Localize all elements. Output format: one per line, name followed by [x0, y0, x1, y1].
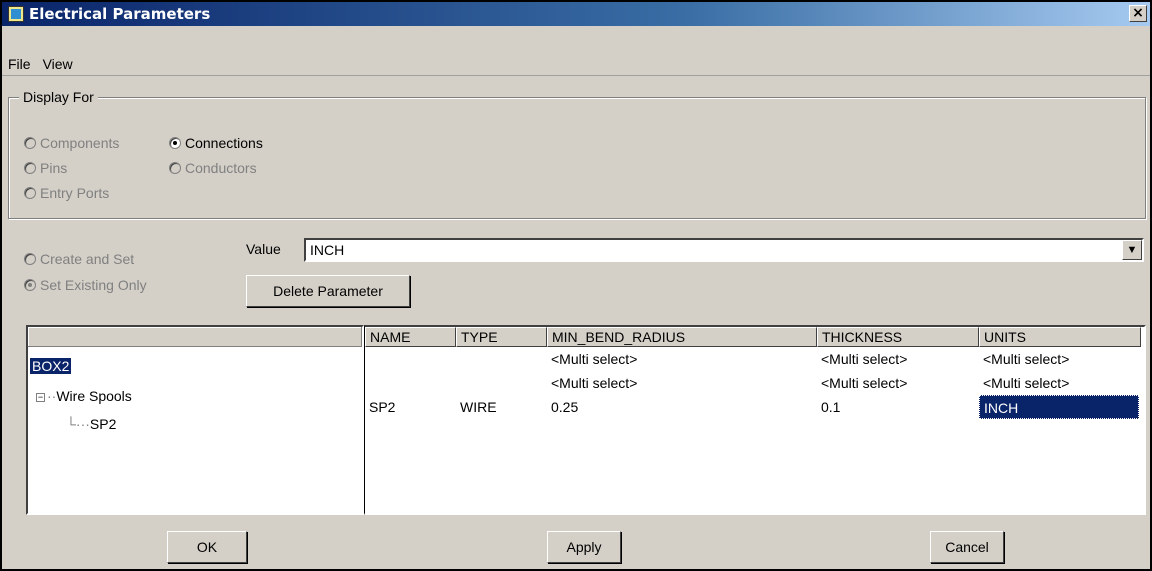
tree-item-group-label: Wire Spools: [56, 388, 132, 404]
radio-indicator: [24, 137, 36, 149]
cell-type[interactable]: [456, 347, 547, 371]
app-icon: [8, 6, 24, 22]
radio-indicator: [169, 162, 181, 174]
tree-item-child-label: SP2: [89, 416, 117, 432]
table-row[interactable]: SP2 WIRE 0.25 0.1 INCH: [365, 395, 1144, 419]
parameter-grid: NAME TYPE MIN_BEND_RADIUS THICKNESS UNIT…: [364, 325, 1146, 515]
dropdown-arrow-icon[interactable]: ▼: [1122, 240, 1142, 260]
radio-entry-ports[interactable]: Entry Ports: [24, 185, 109, 201]
radio-components-label: Components: [40, 135, 120, 151]
radio-conductors[interactable]: Conductors: [169, 160, 257, 176]
radio-indicator: [169, 137, 181, 149]
table-row[interactable]: <Multi select> <Multi select> <Multi sel…: [365, 371, 1144, 395]
value-label: Value: [246, 241, 281, 257]
radio-conductors-label: Conductors: [185, 160, 257, 176]
tree-item-group[interactable]: − ··Wire Spools: [36, 386, 132, 406]
cell-type[interactable]: WIRE: [456, 395, 547, 419]
collapse-icon[interactable]: −: [36, 392, 45, 402]
radio-create-and-set-label: Create and Set: [40, 251, 135, 267]
menu-file[interactable]: File: [2, 56, 37, 72]
cell-thickness[interactable]: 0.1: [817, 395, 979, 419]
menu-view[interactable]: View: [37, 56, 79, 72]
tree-panel[interactable]: BOX2 − ··Wire Spools └···SP2: [26, 325, 364, 515]
cell-min-bend-radius[interactable]: <Multi select>: [547, 347, 817, 371]
radio-connections[interactable]: Connections: [169, 135, 263, 151]
window-title: Electrical Parameters: [29, 5, 211, 23]
tree-header: [28, 327, 362, 347]
column-header-type[interactable]: TYPE: [456, 327, 547, 347]
cancel-button[interactable]: Cancel: [930, 531, 1004, 563]
cell-name[interactable]: [365, 371, 456, 395]
cell-thickness[interactable]: <Multi select>: [817, 347, 979, 371]
radio-pins-label: Pins: [40, 160, 68, 176]
table-row[interactable]: <Multi select> <Multi select> <Multi sel…: [365, 347, 1144, 371]
column-header-min-bend-radius[interactable]: MIN_BEND_RADIUS: [547, 327, 817, 347]
column-header-name[interactable]: NAME: [365, 327, 456, 347]
radio-indicator: [24, 253, 36, 265]
cell-name[interactable]: [365, 347, 456, 371]
tree-item-child[interactable]: └···SP2: [66, 414, 116, 434]
tree-item-root-label: BOX2: [30, 358, 72, 374]
radio-connections-label: Connections: [185, 135, 263, 151]
cell-min-bend-radius[interactable]: 0.25: [547, 395, 817, 419]
radio-pins[interactable]: Pins: [24, 160, 67, 176]
cell-thickness[interactable]: <Multi select>: [817, 371, 979, 395]
apply-button[interactable]: Apply: [547, 531, 621, 563]
column-header-units[interactable]: UNITS: [979, 327, 1141, 347]
grid-header: NAME TYPE MIN_BEND_RADIUS THICKNESS UNIT…: [365, 327, 1144, 347]
cell-min-bend-radius[interactable]: <Multi select>: [547, 371, 817, 395]
column-header-thickness[interactable]: THICKNESS: [817, 327, 979, 347]
cell-name[interactable]: SP2: [365, 395, 456, 419]
cell-units[interactable]: <Multi select>: [979, 347, 1141, 371]
radio-set-existing-only-label: Set Existing Only: [40, 277, 147, 293]
electrical-parameters-window: Electrical Parameters × File View Displa…: [0, 0, 1152, 571]
title-bar[interactable]: Electrical Parameters ×: [2, 2, 1150, 26]
radio-create-and-set[interactable]: Create and Set: [24, 251, 134, 267]
cell-units-selected[interactable]: INCH: [979, 395, 1139, 419]
tree-item-root[interactable]: BOX2: [30, 356, 72, 376]
cell-type[interactable]: [456, 371, 547, 395]
close-icon[interactable]: ×: [1129, 5, 1147, 22]
value-combobox[interactable]: INCH ▼: [304, 238, 1144, 262]
radio-components[interactable]: Components: [24, 135, 119, 151]
radio-entry-ports-label: Entry Ports: [40, 185, 110, 201]
display-for-legend: Display For: [19, 89, 98, 105]
menu-bar: File View: [2, 26, 1150, 76]
radio-indicator: [24, 279, 36, 291]
radio-set-existing-only[interactable]: Set Existing Only: [24, 277, 147, 293]
radio-indicator: [24, 162, 36, 174]
delete-parameter-button[interactable]: Delete Parameter: [246, 275, 410, 307]
ok-button[interactable]: OK: [167, 531, 247, 563]
display-for-group: Display For: [8, 89, 1146, 219]
radio-indicator: [24, 187, 36, 199]
cell-units[interactable]: <Multi select>: [979, 371, 1141, 395]
value-current: INCH: [310, 242, 345, 258]
